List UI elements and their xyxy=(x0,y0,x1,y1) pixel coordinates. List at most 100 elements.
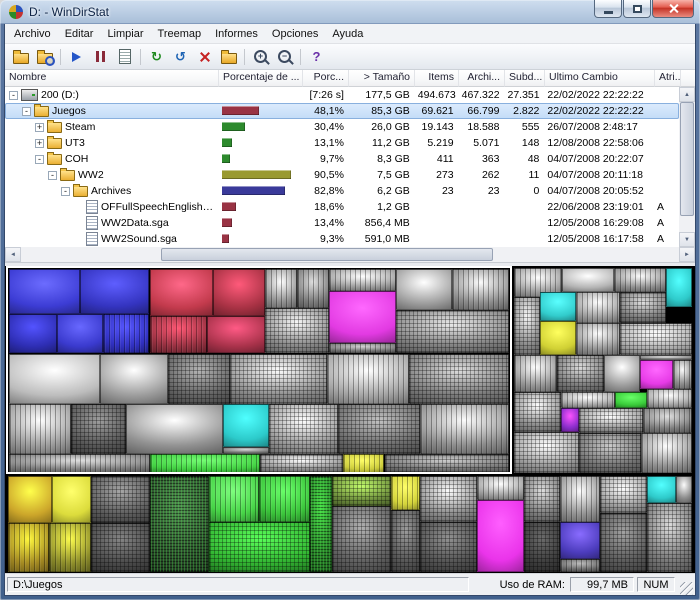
treemap-cell[interactable] xyxy=(332,476,391,507)
treemap-cell[interactable] xyxy=(126,404,223,454)
treemap-cell[interactable] xyxy=(269,404,338,454)
scroll-up-button[interactable]: ▲ xyxy=(679,87,695,102)
treemap-cell[interactable] xyxy=(477,500,524,572)
treemap-cell[interactable] xyxy=(420,476,477,522)
treemap-cell[interactable] xyxy=(150,454,260,472)
treemap[interactable] xyxy=(5,266,695,573)
horizontal-scroll-track[interactable] xyxy=(21,247,679,262)
treemap-cell[interactable] xyxy=(391,476,420,511)
treemap-cell[interactable] xyxy=(332,506,391,571)
column-header-8[interactable]: Atri... xyxy=(655,70,681,87)
suspend-button[interactable] xyxy=(89,46,112,68)
treemap-cell[interactable] xyxy=(579,408,642,433)
treemap-cell[interactable] xyxy=(209,522,310,572)
treemap-cell[interactable] xyxy=(514,355,557,392)
treemap-cell[interactable] xyxy=(560,476,600,522)
tree-expander[interactable]: + xyxy=(35,123,44,132)
treemap-cell[interactable] xyxy=(576,292,620,323)
report-button[interactable] xyxy=(113,46,136,68)
treemap-cell[interactable] xyxy=(343,454,384,472)
treemap-cell[interactable] xyxy=(557,355,604,392)
vertical-scrollbar[interactable]: ▲ ▼ xyxy=(679,87,695,247)
treemap-cell[interactable] xyxy=(420,522,477,572)
treemap-cell[interactable] xyxy=(91,476,150,523)
treemap-cell[interactable] xyxy=(213,269,265,317)
tree-row[interactable]: +UT313,1%11,2 GB5.2195.07114812/08/2008 … xyxy=(5,135,679,151)
scroll-left-button[interactable]: ◄ xyxy=(5,247,21,262)
menu-informes[interactable]: Informes xyxy=(208,26,265,42)
treemap-cell[interactable] xyxy=(514,432,580,473)
treemap-cell[interactable] xyxy=(641,433,692,473)
treemap-cell[interactable] xyxy=(265,269,297,308)
reload-button[interactable]: ↺ xyxy=(169,46,192,68)
menu-opciones[interactable]: Opciones xyxy=(265,26,325,42)
treemap-cell[interactable] xyxy=(150,316,207,353)
treemap-cell[interactable] xyxy=(297,269,329,308)
refresh-all-button[interactable]: ↻ xyxy=(145,46,168,68)
treemap-cell[interactable] xyxy=(168,354,230,404)
menu-ayuda[interactable]: Ayuda xyxy=(325,26,370,42)
horizontal-scroll-thumb[interactable] xyxy=(161,248,493,261)
treemap-cell[interactable] xyxy=(540,292,576,321)
treemap-cell[interactable] xyxy=(71,404,126,454)
treemap-cell[interactable] xyxy=(80,269,150,314)
refresh-selected-button[interactable] xyxy=(33,46,56,68)
tree-expander[interactable]: - xyxy=(48,171,57,180)
treemap-cell[interactable] xyxy=(420,404,508,454)
treemap-cell[interactable] xyxy=(260,454,343,472)
tree-expander[interactable]: - xyxy=(22,107,31,116)
treemap-cell[interactable] xyxy=(8,523,49,572)
treemap-cell[interactable] xyxy=(560,522,600,559)
title-bar[interactable]: D: - WinDirStat xyxy=(4,0,696,24)
menu-treemap[interactable]: Treemap xyxy=(151,26,209,42)
tree-row[interactable]: -COH9,7%8,3 GB4113634804/07/2008 20:22:0… xyxy=(5,151,679,167)
treemap-cell[interactable] xyxy=(396,310,509,353)
treemap-cell[interactable] xyxy=(576,323,620,355)
treemap-cell[interactable] xyxy=(100,354,168,404)
treemap-cell[interactable] xyxy=(209,476,259,522)
treemap-cell[interactable] xyxy=(329,343,396,353)
treemap-cell[interactable] xyxy=(396,269,453,310)
tree-row[interactable]: -Juegos48,1%85,3 GB69.62166.7992.82222/0… xyxy=(5,103,679,119)
column-header-0[interactable]: Nombre xyxy=(5,70,219,87)
treemap-cell[interactable] xyxy=(640,360,673,389)
vertical-scroll-track[interactable] xyxy=(679,102,695,232)
delete-button[interactable] xyxy=(193,46,216,68)
treemap-cell[interactable] xyxy=(9,354,100,404)
treemap-cell[interactable] xyxy=(329,291,396,343)
close-button[interactable] xyxy=(652,0,694,18)
treemap-cell[interactable] xyxy=(207,316,265,353)
open-button[interactable] xyxy=(9,46,32,68)
treemap-cell[interactable] xyxy=(643,408,693,433)
horizontal-scrollbar[interactable]: ◄ ► xyxy=(5,247,695,262)
treemap-cell[interactable] xyxy=(265,308,328,353)
treemap-cell[interactable] xyxy=(391,510,420,571)
treemap-cell[interactable] xyxy=(600,476,647,513)
tree-row[interactable]: -WW290,5%7,5 GB2732621104/07/2008 20:11:… xyxy=(5,167,679,183)
treemap-cell[interactable] xyxy=(560,559,600,572)
treemap-cell[interactable] xyxy=(223,447,269,455)
treemap-cell[interactable] xyxy=(223,404,269,447)
minimize-button[interactable] xyxy=(594,0,622,18)
treemap-cell[interactable] xyxy=(57,314,103,353)
treemap-cell[interactable] xyxy=(230,354,327,404)
column-header-1[interactable]: Porcentaje de ... xyxy=(219,70,303,87)
column-header-7[interactable]: Ultimo Cambio xyxy=(545,70,655,87)
treemap-cell[interactable] xyxy=(329,269,396,291)
vertical-scroll-thumb[interactable] xyxy=(680,102,694,216)
treemap-cell[interactable] xyxy=(647,476,676,504)
treemap-cell[interactable] xyxy=(91,523,150,572)
tree-row[interactable]: -200 (D:)[7:26 s]177,5 GB494.673467.3222… xyxy=(5,87,679,103)
treemap-cell[interactable] xyxy=(514,297,541,355)
column-header-6[interactable]: Subd... xyxy=(505,70,545,87)
treemap-cell[interactable] xyxy=(673,360,692,389)
column-header-4[interactable]: Items xyxy=(415,70,459,87)
treemap-cell[interactable] xyxy=(666,268,692,308)
treemap-cell[interactable] xyxy=(52,476,91,523)
treemap-cell[interactable] xyxy=(514,392,562,432)
treemap-cell[interactable] xyxy=(676,476,693,504)
column-header-2[interactable]: Porc... xyxy=(303,70,349,87)
treemap-cell[interactable] xyxy=(524,476,560,522)
column-header-3[interactable]: > Tamaño xyxy=(349,70,415,87)
resize-grip[interactable] xyxy=(680,582,693,595)
